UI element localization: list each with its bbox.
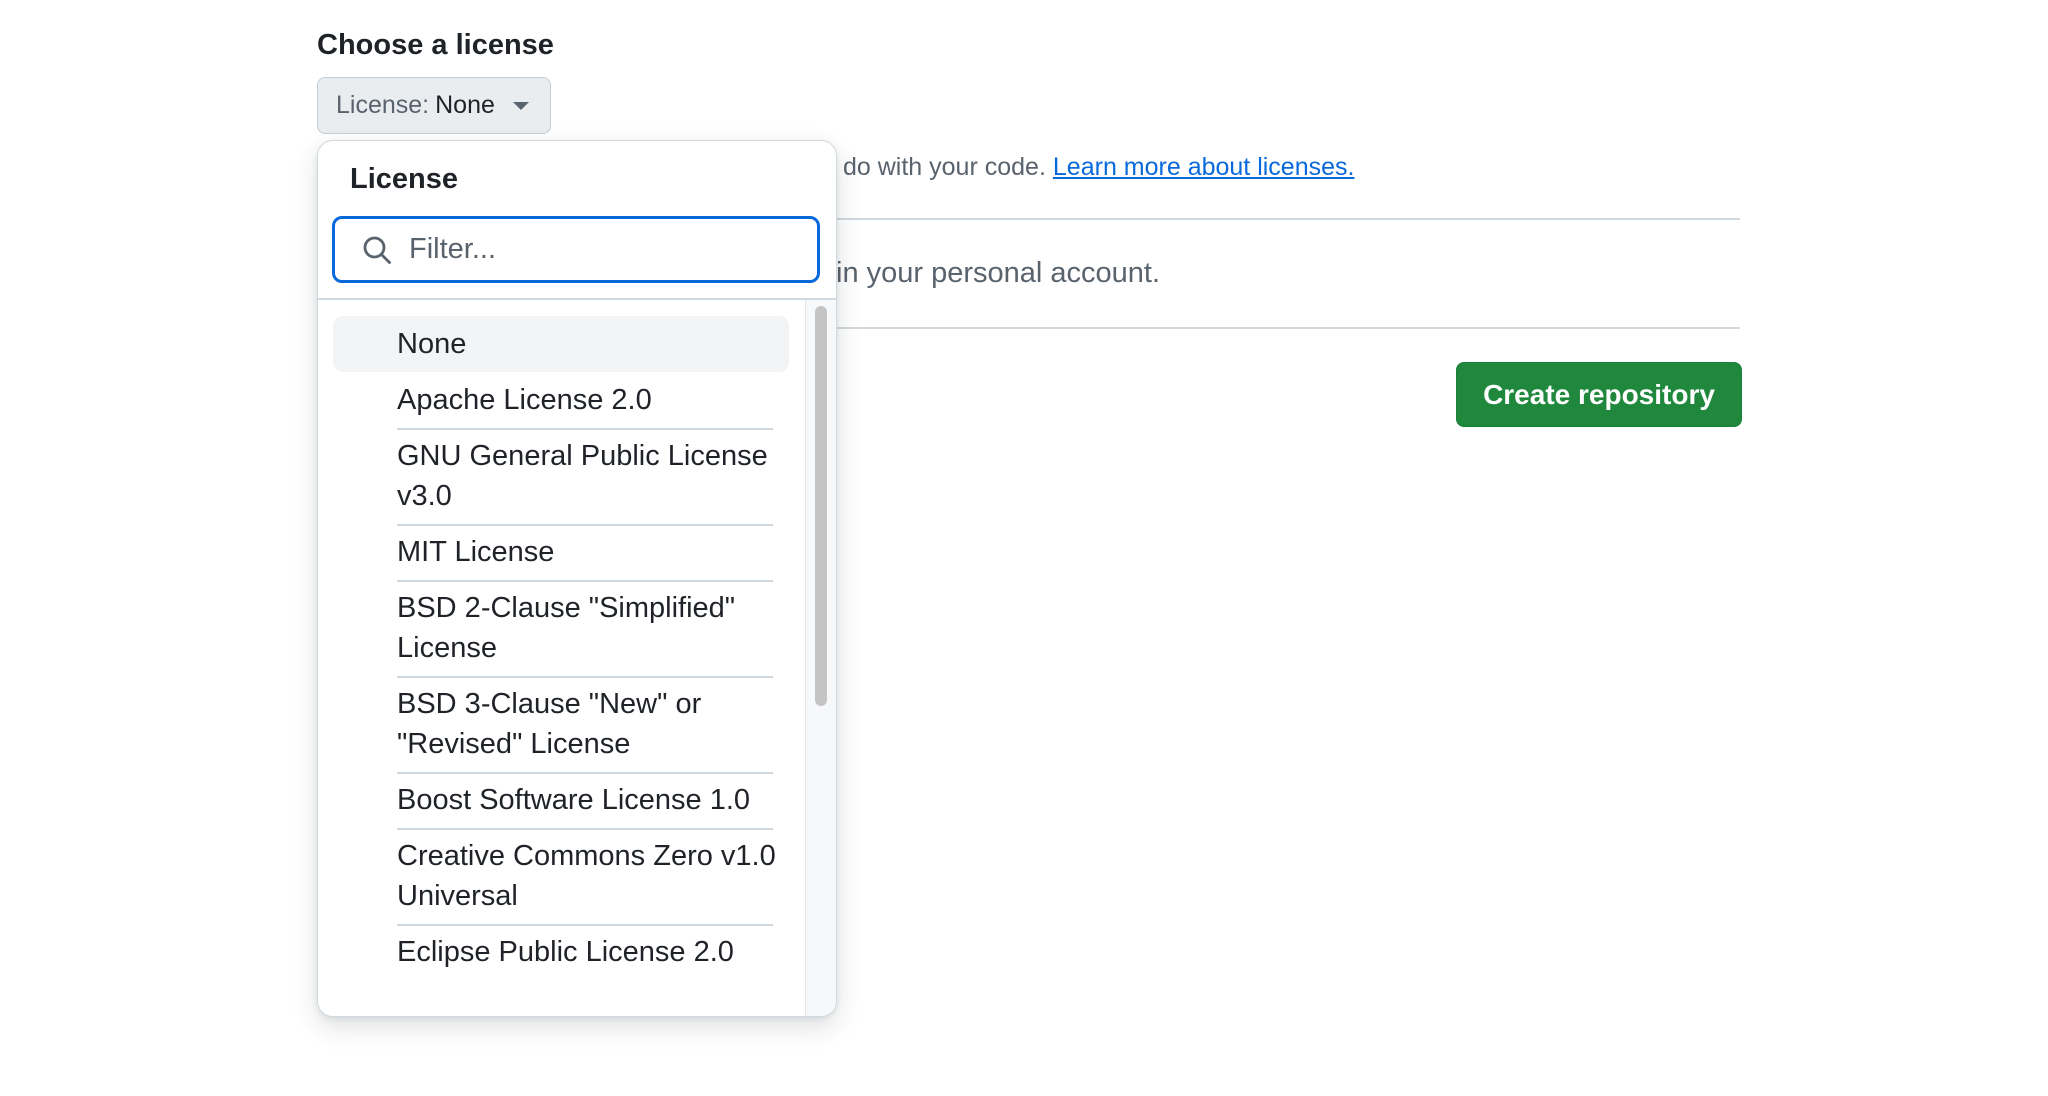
license-option-bsd-2-clause[interactable]: BSD 2-Clause "Simplified" License	[333, 580, 789, 676]
section-divider	[835, 218, 1740, 220]
license-filter-box[interactable]	[332, 216, 820, 283]
license-option-bsd-3-clause[interactable]: BSD 3-Clause "New" or "Revised" License	[333, 676, 789, 772]
license-button-value: None	[435, 91, 495, 119]
license-option-boost-1[interactable]: Boost Software License 1.0	[333, 772, 789, 828]
dropdown-title: License	[350, 163, 458, 195]
license-option-cc0-1[interactable]: Creative Commons Zero v1.0 Universal	[333, 828, 789, 924]
options-scrollbar[interactable]	[805, 300, 836, 1016]
license-help-label: do with your code.	[843, 153, 1046, 181]
license-option-none[interactable]: None	[333, 316, 789, 372]
personal-account-notice: in your personal account.	[836, 257, 1161, 289]
license-filter-input[interactable]	[409, 233, 809, 266]
license-option-gpl-3[interactable]: GNU General Public License v3.0	[333, 428, 789, 524]
license-section-heading: Choose a license	[317, 29, 554, 61]
create-repository-button[interactable]: Create repository	[1456, 362, 1742, 427]
license-option-epl-2[interactable]: Eclipse Public License 2.0	[333, 924, 789, 980]
learn-more-licenses-link[interactable]: Learn more about licenses.	[1053, 153, 1355, 181]
license-option-mit[interactable]: MIT License	[333, 524, 789, 580]
license-option-apache-2[interactable]: Apache License 2.0	[333, 372, 789, 428]
license-dropdown: License None Apache License 2.0 GNU Gene…	[317, 140, 837, 1017]
search-icon	[363, 236, 391, 264]
license-help-text: do with your code. Learn more about licen…	[843, 153, 1354, 182]
caret-down-icon	[512, 101, 529, 110]
license-select-button[interactable]: License: None	[317, 77, 551, 134]
license-options-list: None Apache License 2.0 GNU General Publ…	[318, 300, 805, 1016]
scrollbar-thumb[interactable]	[815, 306, 827, 706]
license-button-prefix: License:	[336, 91, 430, 119]
section-divider	[835, 327, 1740, 329]
